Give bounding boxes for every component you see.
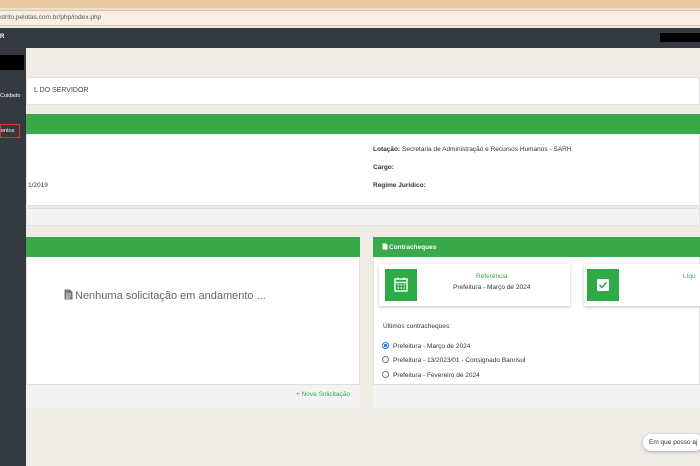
regime-label: Regime Jurídico:: [373, 182, 426, 189]
browser-tab-strip: [0, 0, 700, 8]
contracheque-option[interactable]: Prefeitura - Fevereiro de 2024: [382, 371, 480, 382]
redacted-user-block: [660, 33, 700, 42]
nova-solicitacao-link[interactable]: + Nova Solicitação: [296, 391, 350, 398]
ultimos-contracheques-label: Últimos contracheques:: [383, 323, 451, 330]
redacted-avatar-block: [0, 55, 24, 70]
contracheques-footer: [373, 384, 700, 408]
contracheque-option-label: Prefeitura - Fevereiro de 2024: [393, 372, 480, 379]
radio-button[interactable]: [382, 371, 389, 378]
chat-widget-text[interactable]: Em que posso aj: [649, 439, 697, 446]
empty-message-text: Nenhuma solicitação em andamento ...: [75, 290, 266, 302]
contracheque-option-label: Prefeitura - 13/2023/01 - Consignado Ban…: [393, 357, 526, 364]
page-title-bar: [26, 77, 700, 105]
sidebar: [0, 48, 26, 466]
lotacao-value: Secretaria de Administração e Recursos H…: [402, 146, 572, 153]
radio-button-selected[interactable]: [382, 342, 389, 349]
info-footer-strip: [26, 208, 700, 226]
sidebar-item-cuidado[interactable]: Cuidado: [0, 93, 21, 99]
radio-button[interactable]: [382, 356, 389, 363]
address-bar[interactable]: [0, 10, 700, 26]
file-icon: [382, 243, 388, 250]
solicitacoes-card: [26, 237, 360, 407]
calendar-icon: [385, 269, 417, 301]
sidebar-item-highlighted[interactable]: entos: [0, 124, 20, 138]
lotacao-label: Lotação:: [373, 146, 401, 153]
contracheque-option-label: Prefeitura - Março de 2024: [393, 343, 471, 350]
referencia-value: Prefeitura - Março de 2024: [453, 284, 531, 291]
contracheques-title: Contracheques: [382, 243, 436, 251]
navbar-title: R: [0, 34, 5, 40]
sidebar-item-label: entos: [1, 128, 15, 134]
lotacao-row: Lotação: Secretaria de Administração e R…: [373, 146, 571, 153]
contracheque-option[interactable]: Prefeitura - Março de 2024: [382, 342, 471, 353]
solicitacoes-header: [26, 237, 360, 257]
check-square-icon: [587, 269, 619, 301]
referencia-label: Referência: [476, 273, 508, 280]
contracheques-title-text: Contracheques: [389, 244, 437, 251]
liquido-label: Líqu: [683, 273, 696, 280]
document-icon: [64, 289, 73, 300]
contracheque-option[interactable]: Prefeitura - 13/2023/01 - Consignado Ban…: [382, 356, 526, 367]
servidor-info-header: [26, 114, 700, 134]
url-text: strito.pelotas.com.br/php/index.php: [0, 14, 102, 21]
page-title: L DO SERVIDOR: [34, 87, 89, 94]
admission-date-value: 1/2019: [28, 182, 48, 189]
cargo-label: Cargo:: [373, 164, 394, 171]
top-navbar: [0, 28, 700, 48]
solicitacoes-empty-message: Nenhuma solicitação em andamento ...: [64, 289, 266, 302]
